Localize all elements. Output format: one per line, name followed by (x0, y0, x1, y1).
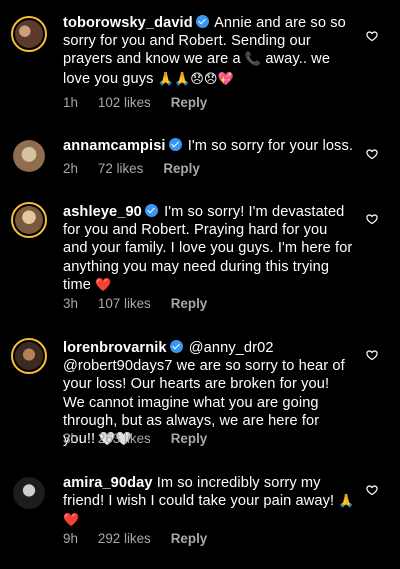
verified-badge-icon (169, 340, 183, 353)
avatar[interactable] (11, 138, 47, 174)
comment-time: 2h (63, 161, 78, 176)
comment-body: amira_90day Im so incredibly sorry my fr… (63, 474, 355, 531)
heart-outline-icon[interactable] (366, 484, 378, 496)
verified-badge-icon (144, 204, 158, 217)
comment-username[interactable]: annamcampisi (63, 138, 166, 154)
comment-username[interactable]: ashleye_90 (63, 204, 142, 220)
heart-outline-icon[interactable] (366, 148, 378, 160)
comment-likes[interactable]: 102 likes (98, 95, 151, 110)
reply-button[interactable]: Reply (171, 431, 207, 446)
heart-outline-icon[interactable] (366, 349, 378, 361)
comment-meta: 2h 72 likes Reply (63, 161, 220, 176)
comment-emoji: 🙏🙏😞😞💖 (157, 71, 234, 87)
avatar[interactable] (11, 202, 47, 238)
reply-button[interactable]: Reply (171, 95, 207, 110)
comment-username[interactable]: lorenbrovarnik (63, 340, 167, 356)
heart-outline-icon[interactable] (366, 30, 378, 42)
reply-button[interactable]: Reply (171, 296, 207, 311)
avatar[interactable] (11, 475, 47, 511)
comment-meta: 3h 263 likes Reply (63, 431, 227, 446)
comment-body: toborowsky_david Annie and are so so sor… (63, 14, 355, 89)
comment-body: ashleye_90 I'm so sorry! I'm devastated … (63, 203, 355, 295)
comment-time: 3h (63, 431, 78, 446)
comment-likes[interactable]: 292 likes (98, 531, 151, 546)
comment-likes[interactable]: 263 likes (98, 431, 151, 446)
comment-text: I'm so sorry for your loss. (187, 138, 353, 154)
comment-time: 1h (63, 95, 78, 110)
comment-meta: 3h 107 likes Reply (63, 296, 227, 311)
verified-badge-icon (195, 15, 209, 28)
heart-outline-icon[interactable] (366, 213, 378, 225)
reply-button[interactable]: Reply (163, 161, 199, 176)
comment-time: 9h (63, 531, 78, 546)
avatar[interactable] (11, 16, 47, 52)
comment-likes[interactable]: 72 likes (98, 161, 143, 176)
comment-time: 3h (63, 296, 78, 311)
comment-meta: 9h 292 likes Reply (63, 531, 227, 546)
comment-body: annamcampisi I'm so sorry for your loss. (63, 137, 355, 155)
comment-username[interactable]: toborowsky_david (63, 15, 193, 31)
comment-meta: 1h 102 likes Reply (63, 95, 227, 110)
comment-username[interactable]: amira_90day (63, 475, 153, 491)
phone-emoji: 📞 (244, 52, 262, 68)
avatar[interactable] (11, 338, 47, 374)
reply-button[interactable]: Reply (171, 531, 207, 546)
verified-badge-icon (168, 138, 182, 151)
comment-emoji: ❤️ (95, 277, 112, 293)
comment-likes[interactable]: 107 likes (98, 296, 151, 311)
